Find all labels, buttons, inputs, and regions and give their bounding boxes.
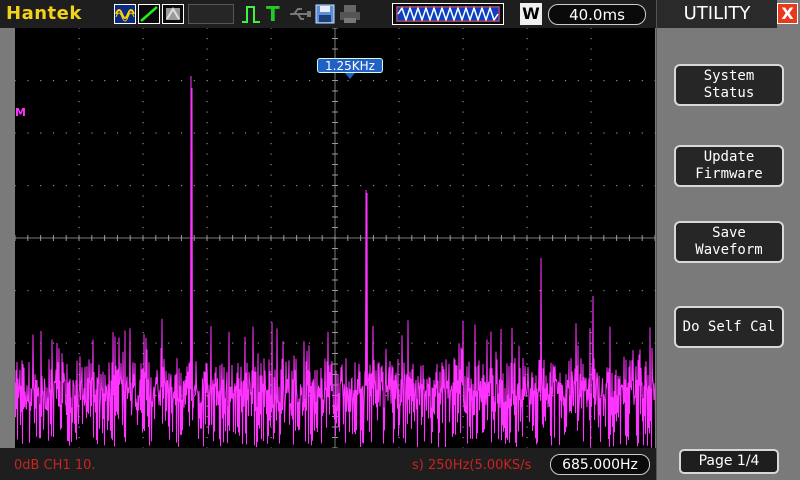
- menu-title: UTILITY: [657, 0, 777, 28]
- fft-trace: [15, 75, 655, 448]
- timebase-readout: 40.0ms: [548, 4, 646, 25]
- frequency-marker-pointer: [345, 73, 355, 79]
- fft-span-text: s) 250Hz(5.00KS/s: [412, 458, 532, 473]
- top-status-bar: Hantek T W 40.0ms: [0, 0, 656, 28]
- page-button[interactable]: Page 1/4: [679, 449, 779, 474]
- usb-icon: [288, 4, 312, 24]
- oscilloscope-screen: M 1.25KHz: [15, 28, 655, 448]
- bottom-status-bar: 0dB CH1 10. s) 250Hz(5.00KS/s 685.000Hz: [0, 448, 656, 480]
- window-mode-icon[interactable]: W: [520, 3, 542, 25]
- trigger-edge-icon: [240, 4, 262, 24]
- utility-menu-panel: UTILITY X System Status Update Firmware …: [656, 0, 800, 480]
- brand-logo: Hantek: [6, 3, 82, 24]
- frequency-marker-label[interactable]: 1.25KHz: [317, 58, 383, 73]
- close-button[interactable]: X: [777, 3, 798, 24]
- line-mode-icon[interactable]: [138, 4, 160, 24]
- self-cal-button[interactable]: Do Self Cal: [674, 306, 784, 348]
- memory-waveform-icon: [392, 3, 504, 25]
- waveform-mode-icon[interactable]: [114, 4, 136, 24]
- update-firmware-button[interactable]: Update Firmware: [674, 145, 784, 187]
- trigger-icon: T: [266, 2, 280, 26]
- channel-status-text: 0dB CH1 10.: [14, 458, 96, 473]
- save-waveform-button[interactable]: Save Waveform: [674, 221, 784, 263]
- print-icon[interactable]: [338, 4, 362, 24]
- status-blank-icon: [188, 4, 234, 24]
- frequency-readout: 685.000Hz: [550, 454, 650, 475]
- channel-marker: M: [15, 106, 26, 119]
- persist-mode-icon[interactable]: [162, 4, 184, 24]
- save-disk-icon[interactable]: [314, 4, 336, 24]
- system-status-button[interactable]: System Status: [674, 64, 784, 106]
